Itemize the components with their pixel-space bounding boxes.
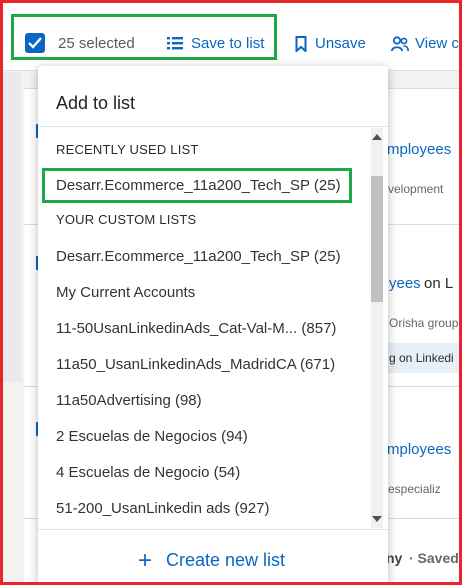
save-to-list-label: Save to list [191, 35, 265, 52]
select-all-checkbox[interactable] [25, 33, 45, 53]
saved-indicator: · Saved [409, 550, 459, 566]
selected-count: 25 selected [58, 35, 135, 52]
plus-icon: + [138, 547, 153, 574]
scroll-down-arrow-icon[interactable] [372, 516, 382, 522]
on-text: on L [424, 275, 454, 292]
left-panel-strip [3, 72, 21, 382]
custom-lists-header: YOUR CUSTOM LISTS [56, 212, 197, 227]
list-item[interactable]: My Current Accounts [56, 284, 195, 301]
employees-link[interactable]: mployees [387, 141, 451, 158]
checkmark-icon [28, 37, 42, 49]
list-item[interactable]: 2 Escuelas de Negocios (94) [56, 428, 248, 445]
list-item[interactable]: Desarr.Ecommerce_11a200_Tech_SP (25) [56, 177, 341, 194]
list-item[interactable]: 11a50Advertising (98) [56, 392, 202, 409]
card-snippet: Orisha group [389, 316, 459, 330]
people-icon [391, 36, 409, 52]
view-label: View c [415, 35, 459, 52]
divider [38, 529, 388, 530]
dropdown-scrollbar[interactable] [368, 128, 386, 528]
company-name[interactable]: ny [386, 550, 402, 566]
scroll-up-arrow-icon[interactable] [372, 134, 382, 140]
dropdown-title: Add to list [56, 93, 136, 113]
spotlight-badge-text: g on Linkedi [389, 351, 454, 365]
card-snippet: especializ [388, 482, 441, 496]
list-item[interactable]: 11a50_UsanLinkedinAds_MadridCA (671) [56, 356, 335, 373]
unsave-label: Unsave [315, 35, 366, 52]
add-to-list-dropdown: Add to list RECENTLY USED LIST Desarr.Ec… [38, 66, 388, 585]
divider [38, 126, 388, 127]
employees-link[interactable]: mployees [387, 441, 451, 458]
list-item[interactable]: 4 Escuelas de Negocio (54) [56, 464, 240, 481]
list-item[interactable]: Desarr.Ecommerce_11a200_Tech_SP (25) [56, 248, 341, 265]
recent-lists-header: RECENTLY USED LIST [56, 142, 199, 157]
bookmark-icon [295, 36, 307, 52]
employees-link[interactable]: yees [389, 275, 421, 292]
bulk-action-bar: 25 selected Save to list Unsave View c [3, 3, 459, 71]
create-new-list-label: Create new list [166, 550, 286, 570]
list-item[interactable]: 51-200_UsanLinkedin ads (927) [56, 500, 269, 517]
card-snippet: velopment [388, 182, 444, 196]
list-item[interactable]: 11-50UsanLinkedinAds_Cat-Val-M... (857) [56, 320, 336, 337]
list-icon [167, 37, 183, 50]
scrollbar-thumb[interactable] [371, 176, 383, 302]
